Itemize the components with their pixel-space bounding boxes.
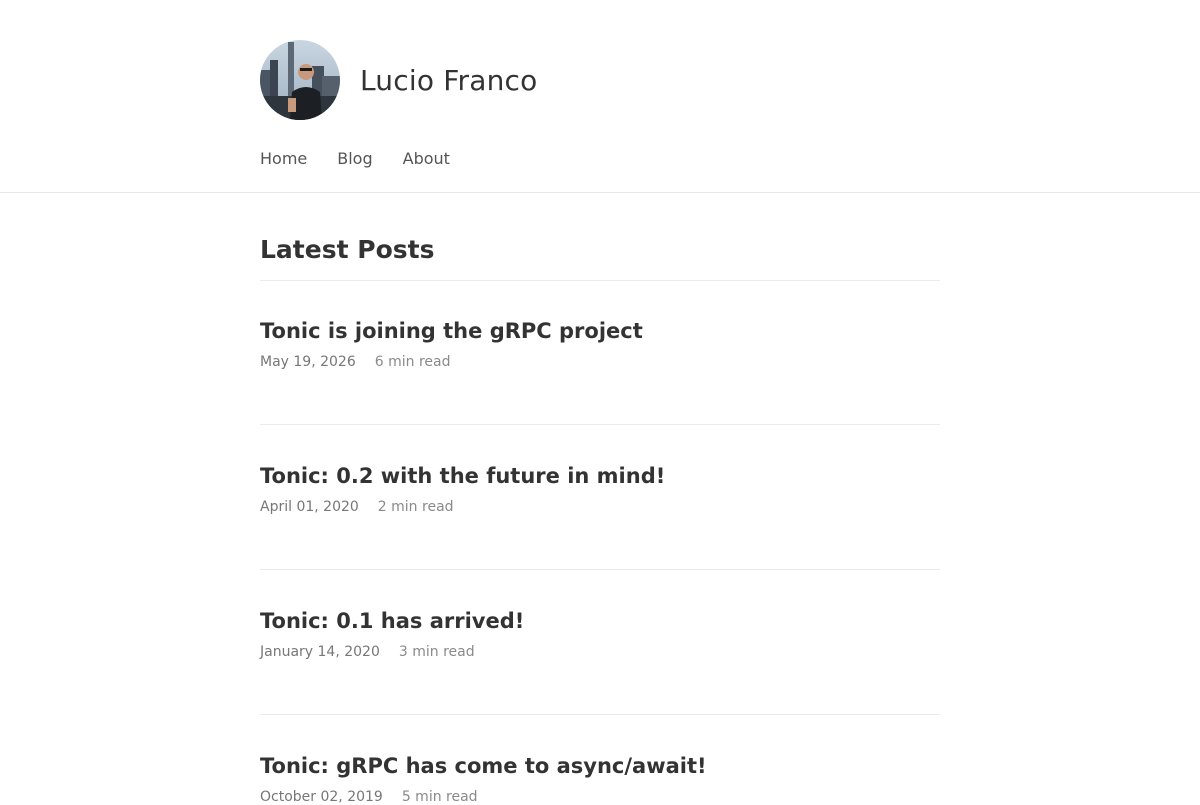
post-item: Tonic: 0.1 has arrived! January 14, 2020… [260, 607, 940, 660]
avatar[interactable] [260, 40, 340, 120]
avatar-photo [260, 40, 340, 120]
post-meta: October 02, 2019 5 min read [260, 789, 940, 805]
section-title: Latest Posts [260, 235, 435, 264]
post-title-link[interactable]: Tonic is joining the gRPC project [260, 317, 940, 345]
post-meta: May 19, 2026 6 min read [260, 354, 940, 370]
nav-blog[interactable]: Blog [337, 149, 372, 168]
divider [260, 569, 940, 570]
post-item: Tonic is joining the gRPC project May 19… [260, 317, 940, 370]
post-title-link[interactable]: Tonic: 0.2 with the future in mind! [260, 462, 940, 490]
post-title-link[interactable]: Tonic: gRPC has come to async/await! [260, 752, 940, 780]
post-meta: January 14, 2020 3 min read [260, 644, 940, 660]
post-item: Tonic: 0.2 with the future in mind! Apri… [260, 462, 940, 515]
post-read-time: 6 min read [374, 354, 451, 370]
divider [260, 714, 940, 715]
post-date: January 14, 2020 [260, 644, 380, 660]
brand: Lucio Franco [260, 40, 537, 120]
site-title[interactable]: Lucio Franco [360, 64, 537, 97]
site-header: Lucio Franco Home Blog About [0, 0, 1200, 193]
post-meta: April 01, 2020 2 min read [260, 499, 940, 515]
nav-home[interactable]: Home [260, 149, 307, 168]
post-read-time: 5 min read [401, 789, 478, 805]
post-date: April 01, 2020 [260, 499, 359, 515]
divider [260, 424, 940, 425]
post-title-link[interactable]: Tonic: 0.1 has arrived! [260, 607, 940, 635]
divider [260, 280, 940, 281]
post-date: October 02, 2019 [260, 789, 383, 805]
post-read-time: 2 min read [377, 499, 454, 515]
nav-about[interactable]: About [403, 149, 450, 168]
post-item: Tonic: gRPC has come to async/await! Oct… [260, 752, 940, 805]
main-nav: Home Blog About [260, 149, 480, 168]
post-date: May 19, 2026 [260, 354, 356, 370]
post-read-time: 3 min read [398, 644, 475, 660]
